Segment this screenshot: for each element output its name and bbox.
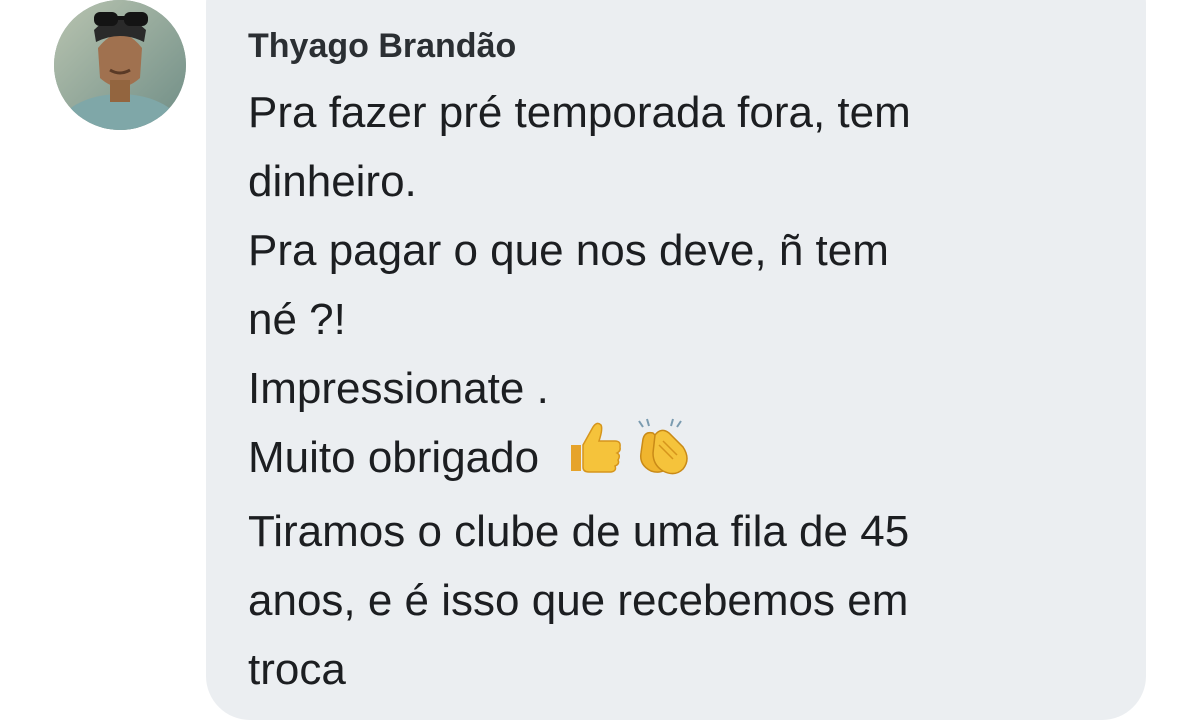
comment-line: Pra fazer pré temporada fora, tem [248, 88, 911, 137]
comment-line: dinheiro. [248, 157, 417, 206]
comment-line: troca [248, 645, 346, 695]
comment-line: Impressionate . [248, 364, 549, 413]
comment-line-with-emoji: Muito obrigado [248, 419, 1128, 497]
thumbs-up-icon [565, 419, 625, 495]
clapping-hands-icon [633, 417, 695, 497]
avatar[interactable] [54, 0, 186, 130]
comment-line: anos, e é isso que recebemos em [248, 576, 909, 626]
comment-line: Tiramos o clube de uma fila de 45 [248, 507, 910, 557]
comment-line: Pra pagar o que nos deve, ñ tem [248, 226, 889, 275]
avatar-photo [54, 0, 186, 130]
comment-author-name[interactable]: Thyago Brandão [248, 24, 516, 68]
comment-line: Muito obrigado [248, 433, 540, 482]
comment-text: Pra fazer pré temporada fora, tem dinhei… [248, 78, 1128, 704]
comment-line: né ?! [248, 295, 346, 344]
